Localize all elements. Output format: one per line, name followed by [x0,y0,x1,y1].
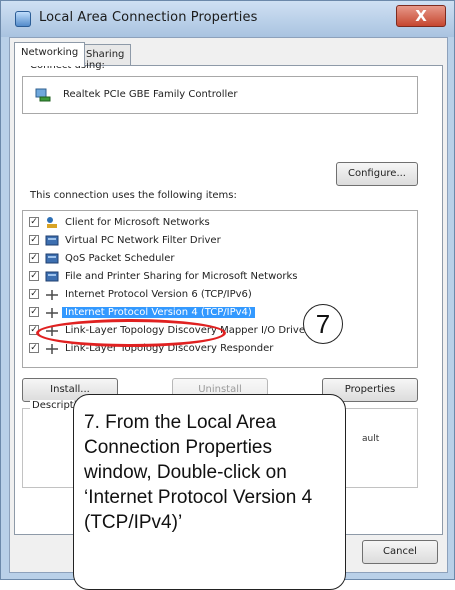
cancel-button[interactable]: Cancel [362,540,438,564]
tab-networking[interactable]: Networking [14,42,86,66]
network-client-icon [47,217,57,228]
protocol-icon [46,344,58,354]
instruction-callout: 7. From the Local Area Connection Proper… [73,394,346,590]
item-label: Client for Microsoft Networks [65,217,210,228]
item-checkbox[interactable]: ✓ [29,307,39,317]
network-adapter-icon [35,88,51,102]
item-checkbox[interactable]: ✓ [29,343,39,353]
network-connection-icon [15,11,31,27]
list-item[interactable]: ✓ Client for Microsoft Networks [29,215,413,231]
list-item-ipv4[interactable]: ✓ Internet Protocol Version 4 (TCP/IPv4) [29,305,413,321]
adapter-field: Realtek PCIe GBE Family Controller [22,76,418,114]
highlight-ellipse [36,319,226,347]
title-bar[interactable]: Local Area Connection Properties X [1,1,454,37]
list-item[interactable]: ✓ Virtual PC Network Filter Driver [29,233,413,249]
item-label: File and Printer Sharing for Microsoft N… [65,271,298,282]
step-number-badge: 7 [303,304,343,344]
adapter-name: Realtek PCIe GBE Family Controller [63,89,238,100]
items-list-label: This connection uses the following items… [30,190,237,201]
item-checkbox[interactable]: ✓ [29,253,39,263]
close-button[interactable]: X [396,5,446,27]
description-text: ault [362,434,380,444]
list-item[interactable]: ✓ File and Printer Sharing for Microsoft… [29,269,413,285]
configure-button[interactable]: Configure... [336,162,418,186]
item-label: Virtual PC Network Filter Driver [65,235,221,246]
protocol-icon [46,290,58,300]
item-label: Internet Protocol Version 4 (TCP/IPv4) [62,307,255,318]
item-checkbox[interactable]: ✓ [29,271,39,281]
item-label: QoS Packet Scheduler [65,253,175,264]
list-item[interactable]: ✓ QoS Packet Scheduler [29,251,413,267]
item-checkbox[interactable]: ✓ [29,289,39,299]
service-icon [45,253,59,264]
list-item[interactable]: ✓ Internet Protocol Version 6 (TCP/IPv6) [29,287,413,303]
service-icon [45,235,59,246]
item-label: Internet Protocol Version 6 (TCP/IPv6) [65,289,252,300]
item-checkbox[interactable]: ✓ [29,235,39,245]
item-checkbox[interactable]: ✓ [29,217,39,227]
window-title: Local Area Connection Properties [39,10,258,25]
service-icon [45,271,59,282]
protocol-icon [46,308,58,318]
